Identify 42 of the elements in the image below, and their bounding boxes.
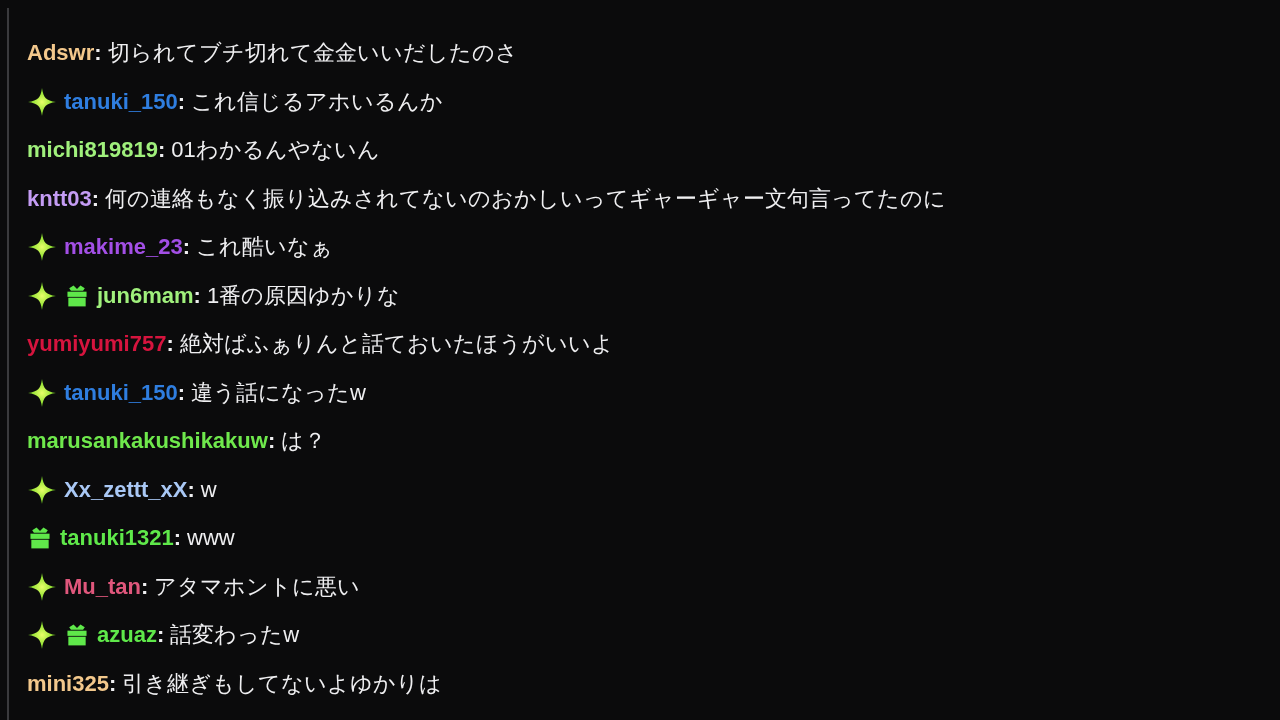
username[interactable]: tanuki_150 (64, 88, 178, 115)
colon: : (177, 379, 186, 406)
username[interactable]: kntt03 (27, 185, 92, 212)
message-text: は？ (281, 427, 327, 456)
colon: : (177, 88, 186, 115)
username[interactable]: michi819819 (27, 137, 158, 164)
colon: : (157, 137, 166, 164)
username[interactable]: tanuki1321 (60, 525, 174, 552)
username[interactable]: Xx_zettt_xX (64, 476, 188, 503)
colon: : (94, 40, 102, 67)
colon: : (267, 428, 276, 455)
colon: : (91, 185, 100, 212)
username[interactable]: marusankakushikakuw (27, 428, 268, 455)
colon: : (166, 331, 174, 358)
username[interactable]: azuaz (97, 622, 157, 649)
message-text: w (200, 476, 217, 503)
username[interactable]: tanuki_150 (64, 379, 178, 406)
message-text: これ信じるアホいるんか (191, 87, 444, 116)
username[interactable]: jun6mam (97, 282, 194, 309)
message-text: 切られてブチ切れて金金いいだしたのさ (107, 39, 518, 68)
colon: : (156, 622, 165, 649)
message-text: 引き継ぎもしてないよゆかりは (122, 669, 443, 698)
message-text: 何の連絡もなく振り込みされてないのおかしいってギャーギャー文句言ってたのに (105, 184, 947, 213)
message-text: 1番の原因ゆかりな (206, 281, 401, 310)
colon: : (141, 573, 149, 600)
message-text: アタマホントに悪い (154, 572, 361, 601)
message-text: 01わかるんやないん (171, 136, 380, 165)
colon: : (187, 476, 195, 503)
colon: : (108, 670, 117, 697)
username[interactable]: Adswr (27, 40, 95, 67)
colon: : (173, 525, 182, 552)
colon: : (182, 234, 190, 261)
username[interactable]: makime_23 (64, 234, 183, 261)
message-text: 話変わったw (170, 621, 300, 650)
username[interactable]: yumiyumi757 (27, 331, 167, 358)
message-text: これ酷いなぁ (196, 233, 333, 262)
message-text: 違う話になったw (191, 378, 366, 407)
username[interactable]: Mu_tan (64, 573, 141, 600)
colon: : (193, 282, 201, 309)
message-text: 絶対ばふぁりんと話ておいたほうがいいよ (179, 330, 614, 359)
message-text: www (187, 525, 235, 552)
username[interactable]: mini325 (27, 670, 109, 697)
